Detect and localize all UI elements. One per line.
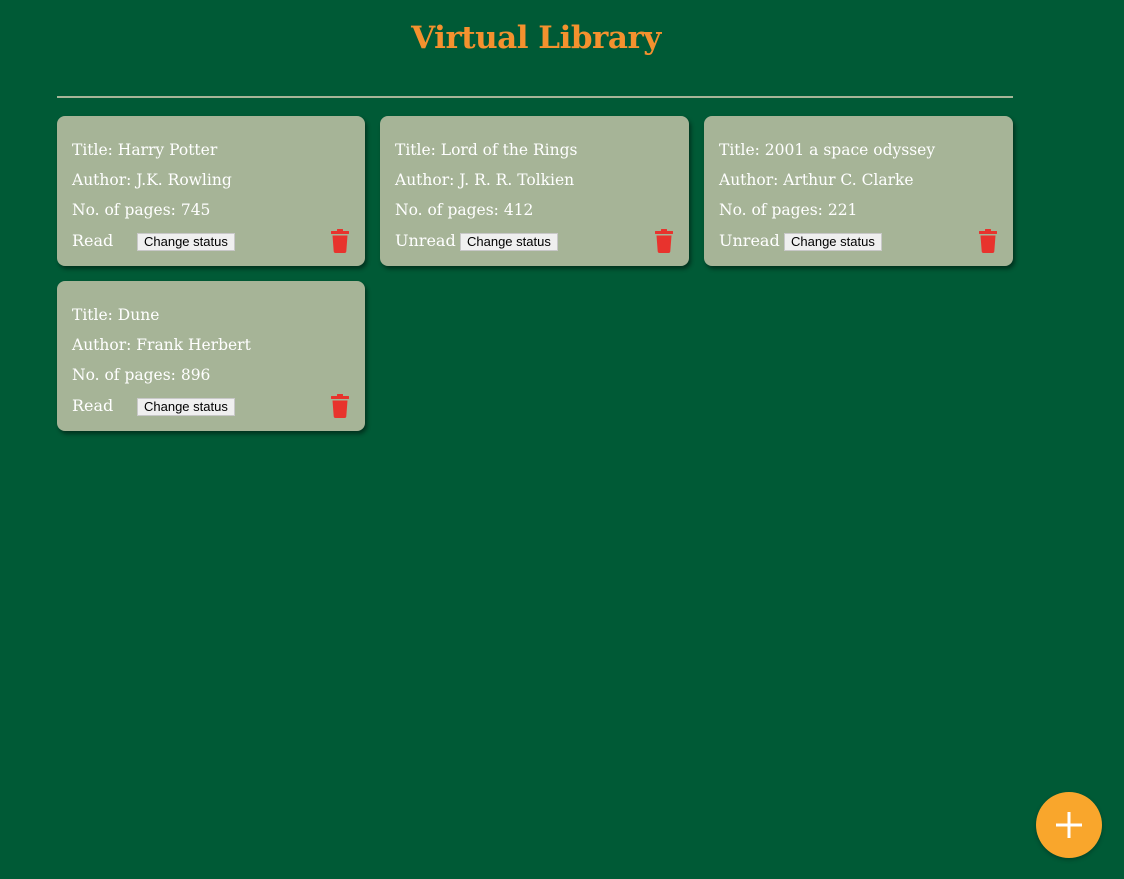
- book-card: Title: Harry Potter Author: J.K. Rowling…: [57, 116, 365, 266]
- book-read-status: Unread: [395, 230, 456, 250]
- book-pages: No. of pages: 896: [72, 366, 211, 384]
- book-pages: No. of pages: 412: [395, 201, 534, 219]
- change-status-button[interactable]: Change status: [784, 232, 882, 251]
- book-card: Title: Lord of the Rings Author: J. R. R…: [380, 116, 689, 266]
- book-status-row: Unread Change status: [395, 225, 674, 255]
- book-author: Author: J.K. Rowling: [72, 171, 232, 189]
- book-pages: No. of pages: 745: [72, 201, 211, 219]
- header-divider: [57, 96, 1013, 98]
- trash-icon[interactable]: [979, 229, 997, 253]
- book-card-grid: Title: Harry Potter Author: J.K. Rowling…: [57, 116, 1013, 431]
- change-status-button[interactable]: Change status: [137, 397, 235, 416]
- trash-icon[interactable]: [331, 229, 349, 253]
- change-status-button[interactable]: Change status: [137, 232, 235, 251]
- book-title: Title: Dune: [72, 306, 160, 324]
- book-status-row: Read Change status: [72, 390, 350, 420]
- book-title: Title: Lord of the Rings: [395, 141, 578, 159]
- book-title: Title: Harry Potter: [72, 141, 218, 159]
- book-author: Author: J. R. R. Tolkien: [395, 171, 575, 189]
- book-title: Title: 2001 a space odyssey: [719, 141, 936, 159]
- book-author: Author: Arthur C. Clarke: [719, 171, 914, 189]
- trash-icon[interactable]: [331, 394, 349, 418]
- trash-icon[interactable]: [655, 229, 673, 253]
- book-read-status: Read: [72, 395, 114, 415]
- book-status-row: Unread Change status: [719, 225, 998, 255]
- add-book-button[interactable]: [1036, 792, 1102, 858]
- book-read-status: Read: [72, 230, 114, 250]
- book-card: Title: 2001 a space odyssey Author: Arth…: [704, 116, 1013, 266]
- book-status-row: Read Change status: [72, 225, 350, 255]
- book-read-status: Unread: [719, 230, 780, 250]
- book-pages: No. of pages: 221: [719, 201, 858, 219]
- page-title: Virtual Library: [411, 20, 661, 56]
- change-status-button[interactable]: Change status: [460, 232, 558, 251]
- book-card: Title: Dune Author: Frank Herbert No. of…: [57, 281, 365, 431]
- book-author: Author: Frank Herbert: [72, 336, 251, 354]
- plus-icon: [1056, 812, 1082, 838]
